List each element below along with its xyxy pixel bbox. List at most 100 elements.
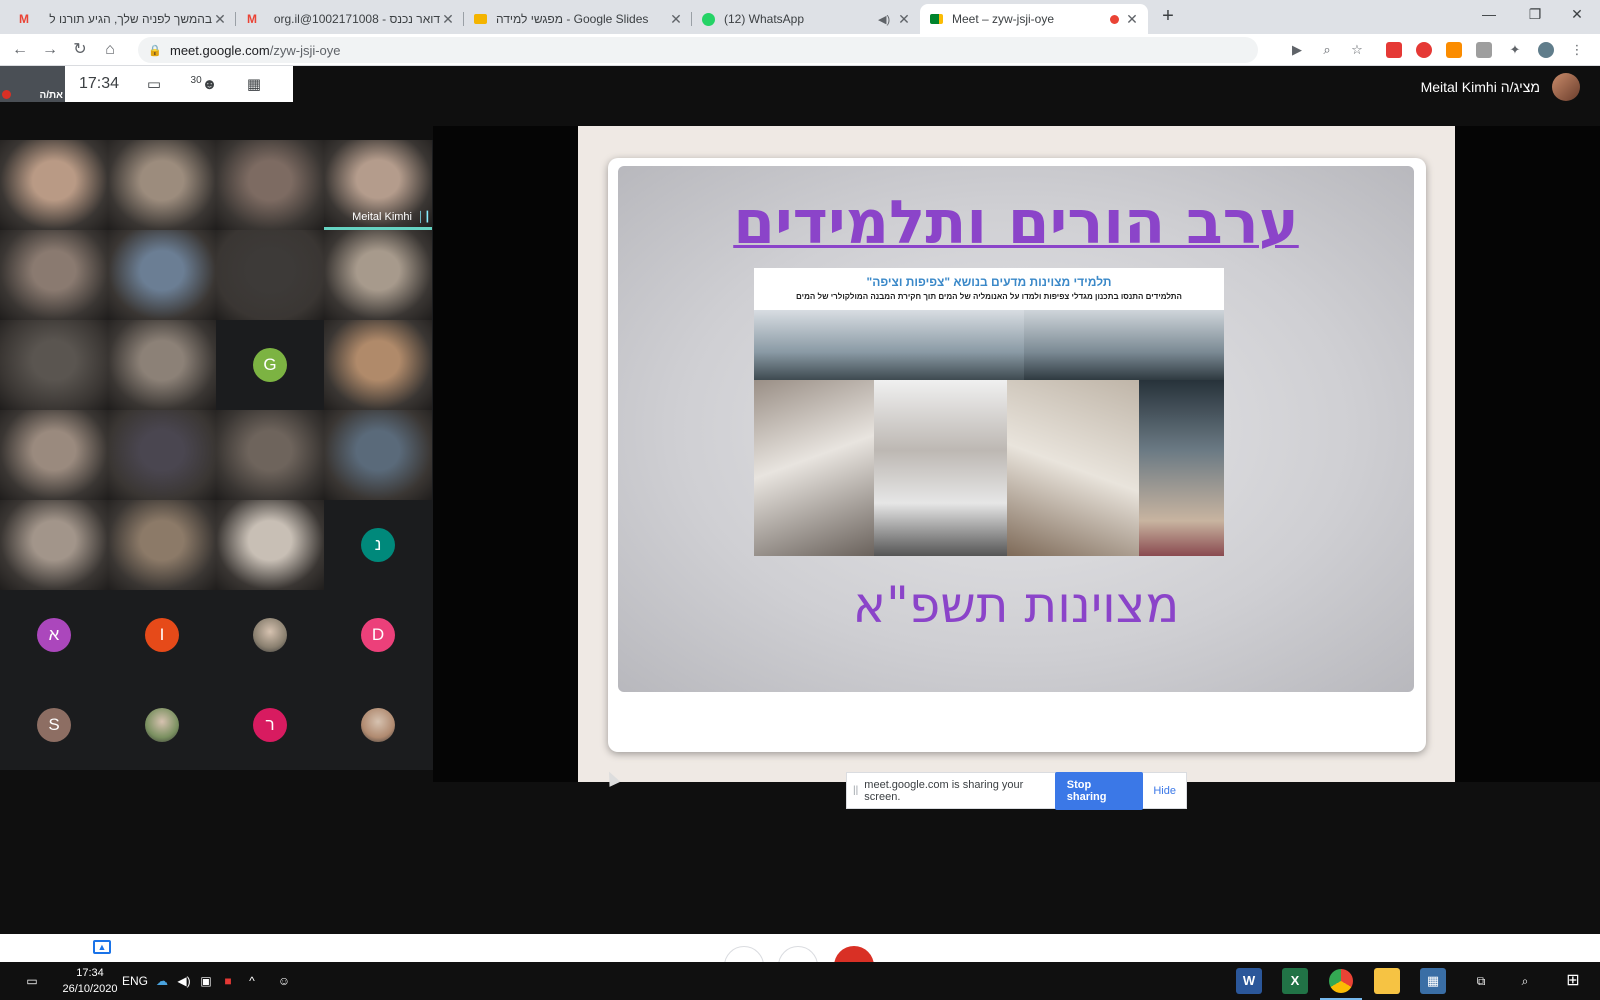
mic-off-icon [2, 90, 11, 99]
search-icon[interactable]: ⌕ [1512, 969, 1538, 993]
new-tab-button[interactable]: + [1156, 5, 1180, 29]
tab-gmail-reply[interactable]: M בהמשך לפניה שלך, הגיע תורנו ל ✕ [8, 4, 236, 34]
hide-button[interactable]: Hide [1153, 785, 1176, 797]
participant-tile[interactable] [216, 500, 324, 590]
calculator-app-icon[interactable]: ▦ [1420, 968, 1446, 994]
participant-tile[interactable] [0, 410, 108, 500]
tab-google-meet[interactable]: Meet – zyw-jsji-oye ✕ [920, 4, 1148, 34]
tab-title: מפגשי למידה - Google Slides [496, 12, 649, 26]
zoom-icon[interactable]: ⌕ [1318, 41, 1336, 59]
participant-tile[interactable]: נ [324, 500, 432, 590]
excel-app-icon[interactable]: X [1282, 968, 1308, 994]
participant-video [216, 410, 324, 500]
participant-tile[interactable]: G [216, 320, 324, 410]
close-tab-icon[interactable]: ✕ [440, 11, 456, 28]
extensions-puzzle-icon[interactable]: ✦ [1506, 41, 1524, 59]
participant-video [0, 140, 108, 230]
participants-grid: Meital Kimhi │┃│ G נ א I D S ר [0, 140, 433, 770]
layout-grid-icon[interactable]: ▦ [229, 75, 279, 93]
reload-button[interactable]: ↻ [68, 38, 92, 62]
extension-key-icon[interactable] [1446, 42, 1462, 58]
browser-tab-strip: M בהמשך לפניה שלך, הגיע תורנו ל ✕ M דואר… [0, 0, 1600, 34]
participant-tile[interactable] [108, 230, 216, 320]
home-button[interactable]: ⌂ [98, 38, 122, 62]
notifications-icon[interactable]: ▭ [18, 969, 46, 993]
participant-avatar [361, 708, 395, 742]
restore-button[interactable]: ❐ [1512, 0, 1558, 30]
participant-tile[interactable] [108, 140, 216, 230]
input-language[interactable]: ENG [120, 969, 150, 993]
participant-tile[interactable] [108, 500, 216, 590]
participant-tile[interactable]: D [324, 590, 432, 680]
chrome-menu-icon[interactable]: ⋮ [1568, 41, 1586, 59]
photo-student-left [754, 380, 874, 556]
participant-tile[interactable]: I [108, 590, 216, 680]
extension-adblock-icon[interactable] [1416, 42, 1432, 58]
file-explorer-icon[interactable] [1374, 968, 1400, 994]
self-view-tile[interactable]: את/ה [0, 66, 65, 102]
start-windows-icon[interactable]: ⊞ [1560, 969, 1586, 993]
minimize-button[interactable]: — [1466, 0, 1512, 30]
bookmark-star-icon[interactable]: ☆ [1348, 41, 1366, 59]
tab-google-slides[interactable]: מפגשי למידה - Google Slides ✕ [464, 4, 692, 34]
chrome-app-icon[interactable] [1320, 968, 1362, 1000]
onedrive-icon[interactable]: ☁ [152, 969, 172, 993]
participant-tile[interactable] [0, 230, 108, 320]
presenter-text: Meital Kimhi מציג/ה [1420, 79, 1540, 95]
present-now-icon[interactable]: ▲ [93, 940, 111, 954]
task-view-icon[interactable]: ⧉ [1468, 969, 1494, 993]
participant-tile[interactable] [324, 320, 432, 410]
tab-whatsapp[interactable]: (12) WhatsApp ◀) ✕ [692, 4, 920, 34]
participant-tile[interactable] [0, 140, 108, 230]
participant-tile[interactable] [324, 410, 432, 500]
network-icon[interactable]: ▣ [196, 969, 216, 993]
slide: ערב הורים ותלמידים תלמידי מצוינות מדעים … [618, 166, 1414, 692]
participant-tile[interactable]: Meital Kimhi │┃│ [324, 140, 432, 230]
participant-tile[interactable] [216, 140, 324, 230]
show-hidden-icons-chevron-icon[interactable]: ^ [242, 969, 262, 993]
extension-lock-icon[interactable] [1386, 42, 1402, 58]
close-tab-icon[interactable]: ✕ [1124, 11, 1140, 28]
participant-tile[interactable] [216, 230, 324, 320]
participant-tile[interactable] [0, 320, 108, 410]
tab-audio-icon[interactable]: ◀) [878, 13, 896, 26]
participant-tile[interactable] [108, 680, 216, 770]
participant-tile[interactable] [108, 410, 216, 500]
volume-icon[interactable]: ◀) [174, 969, 194, 993]
address-bar[interactable]: 🔒 meet.google.com /zyw-jsji-oye [138, 37, 1258, 63]
meet-icon [928, 11, 944, 27]
participant-tile[interactable] [0, 500, 108, 590]
poster-subheading: התלמידים התנסו בתכנון מגדלי צפיפות ולמדו… [796, 292, 1182, 301]
close-tab-icon[interactable]: ✕ [668, 11, 684, 28]
profile-avatar-icon[interactable] [1538, 42, 1554, 58]
drag-handle-icon[interactable]: || [847, 785, 864, 796]
chat-icon[interactable]: ▭ [129, 75, 179, 93]
participants-button[interactable]: 30☻ [179, 75, 229, 93]
participant-tile[interactable] [216, 410, 324, 500]
participant-tile[interactable] [216, 590, 324, 680]
participant-tile[interactable]: ר [216, 680, 324, 770]
close-tab-icon[interactable]: ✕ [212, 11, 228, 28]
camera-icon[interactable]: ▶ [1288, 41, 1306, 59]
forward-button[interactable]: → [38, 38, 62, 62]
participant-tile[interactable]: א [0, 590, 108, 680]
tab-gmail-inbox[interactable]: M דואר נכנס - 1002171008@org.il ✕ [236, 4, 464, 34]
participant-tile[interactable] [324, 680, 432, 770]
people-tray-icon[interactable]: ☺ [274, 969, 294, 993]
taskbar-clock[interactable]: 17:34 26/10/2020 [52, 965, 128, 997]
pdf-reader-tray-icon[interactable]: ■ [218, 969, 238, 993]
close-tab-icon[interactable]: ✕ [896, 11, 912, 28]
participant-tile[interactable] [108, 320, 216, 410]
close-window-button[interactable]: ✕ [1554, 0, 1600, 30]
back-button[interactable]: ← [8, 38, 32, 62]
participant-tile[interactable]: S [0, 680, 108, 770]
tab-title: דואר נכנס - 1002171008@org.il [273, 12, 440, 26]
participant-video [108, 320, 216, 410]
participant-video [108, 230, 216, 320]
stop-sharing-button[interactable]: Stop sharing [1054, 771, 1144, 810]
word-app-icon[interactable]: W [1236, 968, 1262, 994]
extension-grid-icon[interactable] [1476, 42, 1492, 58]
participant-video [0, 410, 108, 500]
participant-video [0, 230, 108, 320]
participant-tile[interactable] [324, 230, 432, 320]
